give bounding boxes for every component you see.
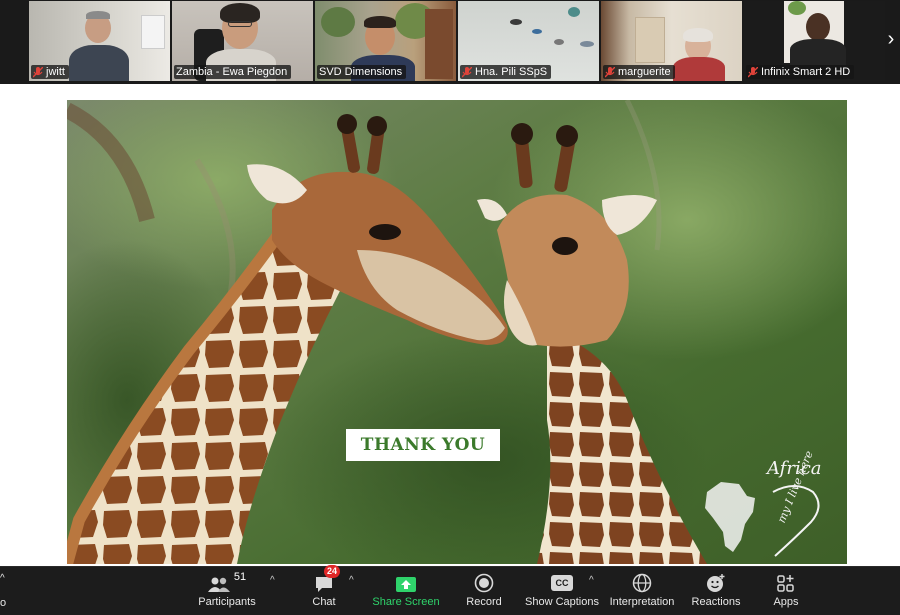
participant-name: Infinix Smart 2 HD — [761, 66, 851, 78]
share-screen-label: Share Screen — [372, 596, 440, 608]
chat-unread-badge: 24 — [324, 565, 341, 578]
participants-icon — [207, 577, 230, 592]
zoom-meeting-window: jwitt Zambia - Ewa Piegdon SVD Dimension… — [0, 0, 900, 615]
participants-count: 51 — [233, 571, 247, 583]
participant-strip: jwitt Zambia - Ewa Piegdon SVD Dimension… — [0, 0, 900, 84]
share-screen-icon — [396, 577, 416, 592]
chat-button[interactable]: 24 Chat — [300, 565, 348, 615]
record-icon — [474, 573, 494, 593]
participant-name-bar: marguerite — [603, 65, 675, 79]
participant-tile-infinix-smart-2-hd[interactable]: Infinix Smart 2 HD — [744, 1, 885, 81]
interpretation-label: Interpretation — [609, 596, 675, 608]
participant-tile-zambia-ewa-piegdon[interactable]: Zambia - Ewa Piegdon — [172, 1, 313, 81]
left-control-caret[interactable]: ^ — [0, 573, 5, 584]
participant-name: Hna. Pili SSpS — [475, 66, 548, 78]
muted-mic-icon — [462, 66, 472, 77]
reactions-smiley-icon — [707, 574, 725, 592]
shared-screen: THANK YOU Africa my I live here — [67, 100, 847, 564]
participant-tile-jwitt[interactable]: jwitt — [29, 1, 170, 81]
participant-name: marguerite — [618, 66, 671, 78]
participants-menu-caret[interactable]: ^ — [270, 575, 275, 586]
participant-name: SVD Dimensions — [319, 66, 403, 78]
captions-cc-icon: CC — [551, 575, 573, 591]
chat-label: Chat — [312, 596, 336, 608]
participant-name-bar: SVD Dimensions — [317, 65, 407, 79]
interpretation-button[interactable]: Interpretation — [606, 567, 678, 615]
meeting-toolbar: ^ o 51 Participants ^ 24 Chat ^ Share Sc… — [0, 565, 900, 615]
record-label: Record — [466, 596, 502, 608]
participants-button[interactable]: 51 Participants — [194, 567, 260, 615]
thank-you-banner: THANK YOU — [346, 429, 500, 461]
apps-icon — [777, 575, 794, 592]
participant-name-bar: Hna. Pili SSpS — [460, 65, 552, 79]
apps-label: Apps — [773, 596, 799, 608]
muted-mic-icon — [748, 66, 758, 77]
participants-label: Participants — [198, 596, 256, 608]
participant-tile-hna-pili-sspS[interactable]: Hna. Pili SSpS — [458, 1, 599, 81]
chat-menu-caret[interactable]: ^ — [349, 575, 354, 586]
record-button[interactable]: Record — [460, 567, 508, 615]
muted-mic-icon — [33, 66, 43, 77]
participant-name-bar: jwitt — [31, 65, 69, 79]
show-captions-label: Show Captions — [525, 596, 599, 608]
left-control-label: o — [0, 597, 7, 609]
reactions-label: Reactions — [691, 596, 741, 608]
participant-tile-svd-dimensions[interactable]: SVD Dimensions — [315, 1, 456, 81]
participant-tile-marguerite[interactable]: marguerite — [601, 1, 742, 81]
share-screen-button[interactable]: Share Screen — [370, 567, 442, 615]
participant-name: jwitt — [46, 66, 65, 78]
apps-button[interactable]: Apps — [762, 567, 810, 615]
reactions-button[interactable]: Reactions — [688, 567, 744, 615]
participant-name: Zambia - Ewa Piegdon — [176, 66, 288, 78]
participant-name-bar: Zambia - Ewa Piegdon — [174, 65, 292, 79]
captions-menu-caret[interactable]: ^ — [589, 575, 594, 586]
participant-name-bar: Infinix Smart 2 HD — [746, 65, 855, 79]
muted-mic-icon — [605, 66, 615, 77]
next-page-arrow-icon[interactable]: › — [882, 22, 900, 56]
globe-icon — [632, 573, 652, 593]
